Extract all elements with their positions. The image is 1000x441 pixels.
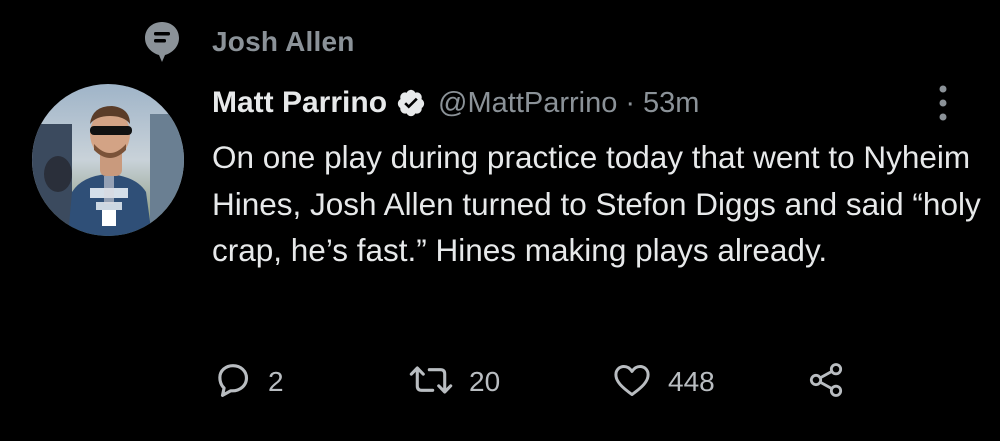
author-name[interactable]: Matt Parrino [212,86,387,120]
reply-icon [212,359,254,406]
tweet-text: On one play during practice today that w… [212,139,981,268]
heart-icon [610,359,654,406]
share-button[interactable] [806,354,846,410]
retweet-icon [407,359,455,406]
author-handle[interactable]: @MattParrino [438,87,617,120]
tweet-timestamp[interactable]: 53m [643,87,699,120]
separator-dot: · [625,86,636,119]
verified-badge-icon [396,88,426,118]
retweet-count: 20 [469,366,501,397]
reply-count: 2 [268,366,284,397]
topic-pin-icon [142,20,182,64]
tweet-actions: 2 20 448 [212,354,912,410]
tweet-header: Matt Parrino @MattParrino · 53m [212,80,699,126]
more-vertical-icon [939,85,947,121]
like-button[interactable]: 448 [610,354,715,410]
share-icon [806,360,846,405]
topic-context-row[interactable]: Josh Allen [142,22,355,62]
topic-label: Josh Allen [212,26,355,57]
reply-button[interactable]: 2 [212,354,284,410]
like-count: 448 [668,366,715,397]
retweet-button[interactable]: 20 [407,354,500,410]
more-options-button[interactable] [928,80,958,126]
avatar[interactable] [32,84,184,236]
